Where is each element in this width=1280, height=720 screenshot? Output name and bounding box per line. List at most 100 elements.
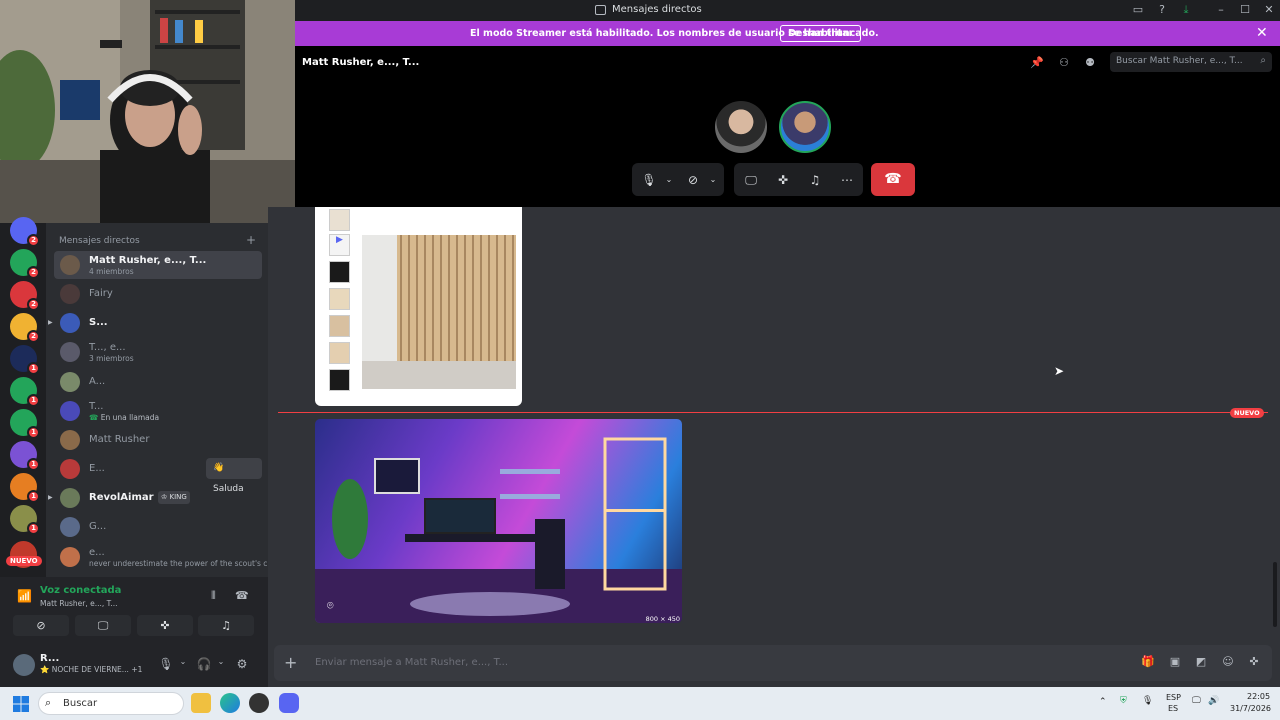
dm-item[interactable]: ▶ RevolAimar ♔ KING	[48, 484, 262, 512]
discord-taskbar-icon[interactable]	[279, 693, 299, 713]
soundboard-icon[interactable]: ♫	[806, 171, 824, 189]
image-search-icon[interactable]: ⌾	[327, 599, 334, 613]
server-icon[interactable]: 2	[10, 313, 40, 343]
chevron-down-icon[interactable]: ⌄	[660, 171, 678, 189]
wave-button[interactable]: 👋 Saluda	[206, 458, 262, 494]
inbox-icon[interactable]: ▭	[1130, 3, 1146, 17]
gif-icon[interactable]: ▣	[1168, 655, 1182, 669]
settings-gear-icon[interactable]: ⚙	[234, 657, 250, 673]
dm-subtitle: never underestimate the power of the sco…	[89, 559, 275, 568]
user-panel: R... ⭐ NOCHE DE VIERNE... +1 🎙 ⌄ 🎧 ⌄ ⚙	[0, 645, 268, 687]
search-input[interactable]: Buscar Matt Rusher, e..., T... ⌕	[1110, 52, 1272, 72]
server-icon[interactable]: 2	[10, 281, 40, 311]
dm-item[interactable]: e... never underestimate the power of th…	[54, 543, 275, 571]
avatar	[60, 488, 80, 508]
add-attachment-icon[interactable]: +	[284, 653, 297, 672]
keyboard-layout[interactable]: ES	[1168, 704, 1178, 713]
headphones-icon[interactable]: 🎧	[196, 657, 212, 673]
product-image-attachment[interactable]: ▶	[315, 207, 522, 406]
server-icon[interactable]: 1	[10, 409, 40, 439]
avatar	[60, 313, 80, 333]
dm-item[interactable]: A...	[54, 368, 262, 396]
voice-status[interactable]: Voz conectada	[40, 585, 121, 596]
edge-browser-icon[interactable]	[220, 693, 240, 713]
disconnect-icon[interactable]: ☎	[235, 589, 249, 602]
dm-item[interactable]: T..., e... 3 miembros	[54, 338, 262, 366]
avatar	[60, 342, 80, 362]
audio-video-controls: 🎙 ⌄ ⊘ ⌄	[632, 163, 724, 196]
call-area: Matt Rusher, e..., T... 📌 ⚇ ⚉ Buscar Mat…	[295, 46, 1280, 207]
network-icon[interactable]: 🖵	[1192, 696, 1201, 706]
disable-streamer-button[interactable]: Deshabilitar	[780, 25, 862, 42]
king-tag: ♔ KING	[158, 491, 190, 504]
maximize-icon[interactable]: ☐	[1237, 3, 1253, 17]
participant-avatar-speaking[interactable]	[779, 101, 831, 153]
emoji-icon[interactable]: ☺	[1221, 655, 1235, 669]
server-icon[interactable]: 1	[10, 441, 40, 471]
clock-date[interactable]: 31/7/2026	[1230, 704, 1271, 713]
participant-avatar[interactable]	[715, 101, 767, 153]
server-icon[interactable]: 1	[10, 377, 40, 407]
activities-button[interactable]: ✜	[137, 615, 193, 636]
floor-area	[362, 361, 516, 389]
dm-item[interactable]: G...	[54, 513, 262, 541]
microphone-icon[interactable]: 🎙	[158, 657, 174, 673]
download-icon[interactable]: ⤓	[1178, 3, 1194, 17]
unread-badge: 1	[27, 426, 40, 439]
phone-icon: ☎	[89, 413, 99, 422]
dm-item[interactable]: E... 👋 Saluda	[54, 455, 262, 494]
dm-item[interactable]: T... ☎ En una llamada	[54, 397, 262, 425]
avatar[interactable]	[13, 654, 35, 676]
dm-item[interactable]: Matt Rusher	[54, 426, 262, 454]
screen-share-button[interactable]: 🖵	[75, 615, 131, 636]
chevron-down-icon[interactable]: ⌄	[213, 657, 229, 673]
more-options-icon[interactable]: ⋯	[838, 171, 856, 189]
chevron-down-icon[interactable]: ⌄	[704, 171, 722, 189]
chevron-down-icon[interactable]: ⌄	[175, 657, 191, 673]
pin-icon[interactable]: 📌	[1030, 56, 1044, 70]
app-icon[interactable]	[249, 693, 269, 713]
language-code[interactable]: ESP	[1166, 693, 1181, 702]
tray-microphone-icon[interactable]: 🎙	[1142, 696, 1153, 706]
server-icon[interactable]: 1	[10, 505, 40, 535]
noise-suppression-icon[interactable]: ⦀	[211, 589, 216, 603]
taskbar-search[interactable]: ⌕ Buscar	[38, 692, 184, 715]
gaming-room-image[interactable]: ⌾ 800 × 450	[315, 419, 682, 623]
add-member-icon[interactable]: ⚇	[1057, 56, 1071, 70]
sticker-icon[interactable]: ◩	[1194, 655, 1208, 669]
unread-badge: 1	[27, 522, 40, 535]
dm-item[interactable]: Fairy	[54, 280, 262, 308]
clock-time[interactable]: 22:05	[1247, 692, 1270, 701]
help-icon[interactable]: ?	[1154, 3, 1170, 17]
disconnect-button[interactable]: ☎	[871, 163, 915, 196]
dm-item[interactable]: ▶ S...	[48, 309, 262, 337]
screen-share-icon[interactable]: 🖵	[742, 171, 760, 189]
create-dm-icon[interactable]: +	[246, 233, 256, 247]
discord-icon	[595, 5, 606, 15]
camera-toggle-button[interactable]: ⊘	[13, 615, 69, 636]
volume-icon[interactable]: 🔊	[1208, 696, 1219, 706]
server-icon[interactable]: 1	[10, 345, 40, 375]
server-icon[interactable]: 2	[10, 249, 40, 279]
microphone-icon[interactable]: 🎙	[640, 171, 658, 189]
dm-item[interactable]: Matt Rusher, e..., T... 4 miembros	[54, 251, 262, 279]
close-banner-icon[interactable]: ✕	[1256, 25, 1268, 41]
security-icon[interactable]: ⛨	[1120, 696, 1127, 706]
soundboard-button[interactable]: ♫	[198, 615, 254, 636]
close-window-icon[interactable]: ✕	[1261, 3, 1277, 17]
camera-off-icon[interactable]: ⊘	[684, 171, 702, 189]
tray-chevron-up-icon[interactable]: ⌃	[1099, 697, 1107, 707]
minimize-icon[interactable]: –	[1213, 3, 1229, 17]
search-placeholder: Buscar Matt Rusher, e..., T...	[1116, 56, 1243, 66]
gift-icon[interactable]: 🎁	[1141, 655, 1155, 669]
server-icon[interactable]: 1	[10, 473, 40, 503]
chat-scrollbar[interactable]	[1273, 562, 1277, 627]
windows-start-icon[interactable]	[13, 696, 29, 712]
new-servers-pill[interactable]: NUEVO	[6, 556, 42, 566]
activities-icon[interactable]: ✜	[774, 171, 792, 189]
apps-icon[interactable]: ✜	[1247, 655, 1261, 669]
members-icon[interactable]: ⚉	[1083, 56, 1097, 70]
file-explorer-icon[interactable]	[191, 693, 211, 713]
message-input[interactable]: Enviar mensaje a Matt Rusher, e..., T...	[315, 657, 508, 668]
server-icon[interactable]: 2	[10, 217, 40, 247]
